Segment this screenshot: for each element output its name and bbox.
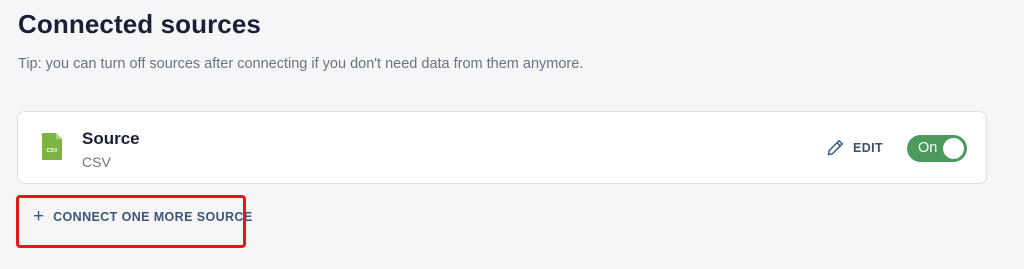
page-title: Connected sources	[18, 9, 261, 39]
source-card: CSV Source CSV EDIT On	[17, 111, 987, 184]
toggle-knob	[943, 138, 964, 159]
toggle-label: On	[918, 140, 938, 156]
tip-text: Tip: you can turn off sources after conn…	[18, 56, 584, 72]
edit-label: EDIT	[853, 140, 884, 155]
source-type: CSV	[82, 154, 111, 170]
highlight-annotation	[16, 195, 246, 248]
csv-file-icon-label: CSV	[46, 148, 58, 154]
edit-button[interactable]: EDIT	[826, 138, 883, 157]
source-toggle[interactable]: On	[907, 135, 967, 162]
csv-file-icon: CSV	[42, 133, 62, 160]
pencil-icon	[827, 140, 843, 156]
source-name: Source	[82, 129, 140, 148]
